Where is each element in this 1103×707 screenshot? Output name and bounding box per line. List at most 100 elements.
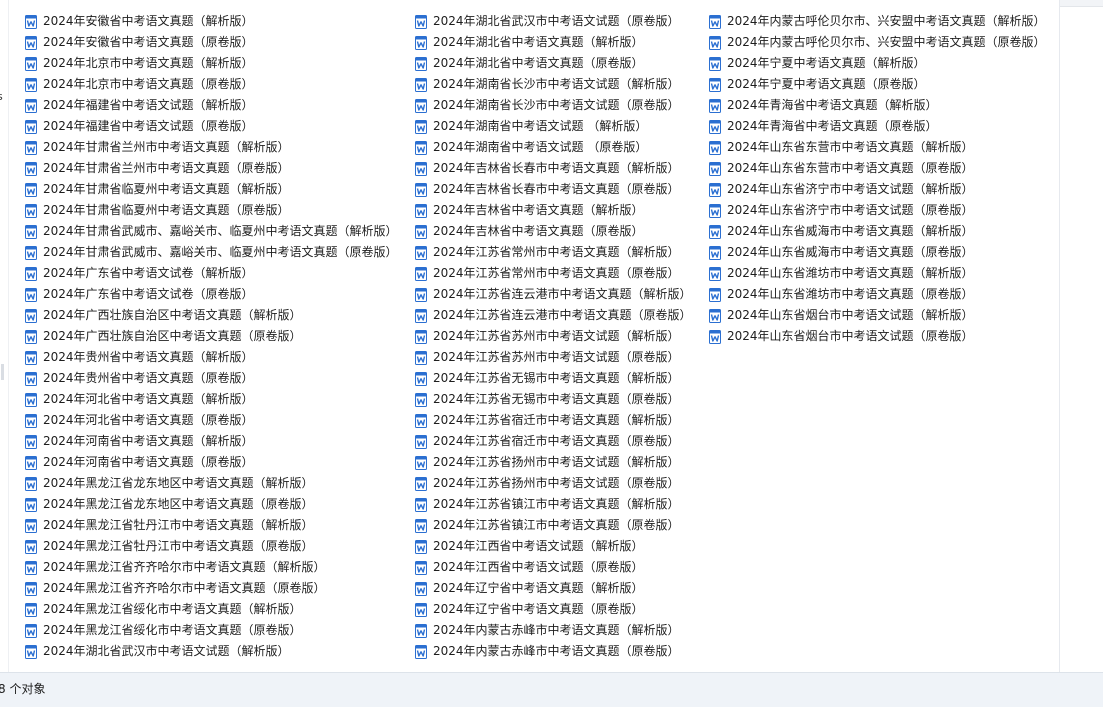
file-name: 2024年河北省中考语文真题（解析版） bbox=[43, 392, 254, 406]
file-item[interactable]: 2024年江苏省扬州市中考语文试题（解析版） bbox=[415, 452, 692, 473]
file-item[interactable]: 2024年山东省威海市中考语文真题（解析版） bbox=[709, 221, 1046, 242]
file-item[interactable]: 2024年山东省济宁市中考语文试题（解析版） bbox=[709, 179, 1046, 200]
file-item[interactable]: 2024年广东省中考语文试卷（解析版） bbox=[25, 263, 398, 284]
file-item[interactable]: 2024年内蒙古赤峰市中考语文真题（解析版） bbox=[415, 620, 692, 641]
file-item[interactable]: 2024年江苏省扬州市中考语文试题（原卷版） bbox=[415, 473, 692, 494]
nav-pane-splitter-mark[interactable] bbox=[1, 364, 4, 380]
file-item[interactable]: 2024年山东省威海市中考语文真题（原卷版） bbox=[709, 242, 1046, 263]
word-document-icon bbox=[415, 98, 427, 113]
file-item[interactable]: 2024年青海省中考语文真题（原卷版） bbox=[709, 116, 1046, 137]
file-item[interactable]: 2024年黑龙江省齐齐哈尔市中考语文真题（解析版） bbox=[25, 557, 398, 578]
file-item[interactable]: 2024年吉林省中考语文真题（原卷版） bbox=[415, 221, 692, 242]
file-column-1: 2024年安徽省中考语文真题（解析版） 2024年安徽省中考语文真题（原卷版） 20… bbox=[25, 11, 398, 662]
file-item[interactable]: 2024年江苏省宿迁市中考语文真题（解析版） bbox=[415, 410, 692, 431]
file-item[interactable]: 2024年河北省中考语文真题（原卷版） bbox=[25, 410, 398, 431]
file-name: 2024年湖北省中考语文真题（原卷版） bbox=[433, 56, 644, 70]
file-item[interactable]: 2024年江苏省苏州市中考语文试题（原卷版） bbox=[415, 347, 692, 368]
file-item[interactable]: 2024年山东省济宁市中考语文试题（原卷版） bbox=[709, 200, 1046, 221]
file-name: 2024年湖北省武汉市中考语文试题（解析版） bbox=[43, 644, 290, 658]
file-item[interactable]: 2024年黑龙江省绥化市中考语文真题（原卷版） bbox=[25, 620, 398, 641]
file-item[interactable]: 2024年辽宁省中考语文真题（解析版） bbox=[415, 578, 692, 599]
file-name: 2024年河南省中考语文真题（原卷版） bbox=[43, 455, 254, 469]
file-item[interactable]: 2024年安徽省中考语文真题（解析版） bbox=[25, 11, 398, 32]
navigation-pane-edge[interactable]: s bbox=[0, 0, 9, 672]
file-item[interactable]: 2024年江苏省常州市中考语文真题（解析版） bbox=[415, 242, 692, 263]
file-item[interactable]: 2024年河南省中考语文真题（解析版） bbox=[25, 431, 398, 452]
file-item[interactable]: 2024年山东省潍坊市中考语文真题（解析版） bbox=[709, 263, 1046, 284]
file-item[interactable]: 2024年吉林省长春市中考语文真题（原卷版） bbox=[415, 179, 692, 200]
file-item[interactable]: 2024年江苏省无锡市中考语文真题（原卷版） bbox=[415, 389, 692, 410]
file-name: 2024年山东省威海市中考语文真题（解析版） bbox=[727, 224, 974, 238]
file-item[interactable]: 2024年甘肃省武威市、嘉峪关市、临夏州中考语文真题（解析版） bbox=[25, 221, 398, 242]
file-item[interactable]: 2024年福建省中考语文试题（解析版） bbox=[25, 95, 398, 116]
file-item[interactable]: 2024年湖南省中考语文试题 （解析版） bbox=[415, 116, 692, 137]
file-item[interactable]: 2024年黑龙江省牡丹江市中考语文真题（解析版） bbox=[25, 515, 398, 536]
file-item[interactable]: 2024年山东省潍坊市中考语文真题（原卷版） bbox=[709, 284, 1046, 305]
file-item[interactable]: 2024年江苏省镇江市中考语文真题（解析版） bbox=[415, 494, 692, 515]
file-name: 2024年江苏省常州市中考语文真题（原卷版） bbox=[433, 266, 680, 280]
file-item[interactable]: 2024年江苏省苏州市中考语文试题（解析版） bbox=[415, 326, 692, 347]
file-item[interactable]: 2024年黑龙江省牡丹江市中考语文真题（原卷版） bbox=[25, 536, 398, 557]
file-item[interactable]: 2024年青海省中考语文真题（解析版） bbox=[709, 95, 1046, 116]
file-item[interactable]: 2024年黑龙江省龙东地区中考语文真题（解析版） bbox=[25, 473, 398, 494]
file-item[interactable]: 2024年甘肃省临夏州中考语文真题（原卷版） bbox=[25, 200, 398, 221]
file-item[interactable]: 2024年福建省中考语文试题（原卷版） bbox=[25, 116, 398, 137]
file-item[interactable]: 2024年广东省中考语文试卷（原卷版） bbox=[25, 284, 398, 305]
file-item[interactable]: 2024年北京市中考语文真题（原卷版） bbox=[25, 74, 398, 95]
word-document-icon bbox=[25, 224, 37, 239]
file-item[interactable]: 2024年吉林省长春市中考语文真题（解析版） bbox=[415, 158, 692, 179]
file-item[interactable]: 2024年湖南省中考语文试题 （原卷版） bbox=[415, 137, 692, 158]
file-item[interactable]: 2024年北京市中考语文真题（解析版） bbox=[25, 53, 398, 74]
file-item[interactable]: 2024年湖北省武汉市中考语文试题（原卷版） bbox=[415, 11, 692, 32]
file-item[interactable]: 2024年甘肃省临夏州中考语文真题（解析版） bbox=[25, 179, 398, 200]
file-item[interactable]: 2024年黑龙江省齐齐哈尔市中考语文真题（原卷版） bbox=[25, 578, 398, 599]
file-item[interactable]: 2024年湖北省中考语文真题（解析版） bbox=[415, 32, 692, 53]
file-item[interactable]: 2024年甘肃省武威市、嘉峪关市、临夏州中考语文真题（原卷版） bbox=[25, 242, 398, 263]
file-name: 2024年内蒙古呼伦贝尔市、兴安盟中考语文真题（原卷版） bbox=[727, 35, 1046, 49]
file-item[interactable]: 2024年宁夏中考语文真题（原卷版） bbox=[709, 74, 1046, 95]
file-item[interactable]: 2024年广西壮族自治区中考语文真题（原卷版） bbox=[25, 326, 398, 347]
file-item[interactable]: 2024年江苏省连云港市中考语文真题（解析版） bbox=[415, 284, 692, 305]
file-item[interactable]: 2024年吉林省中考语文真题（解析版） bbox=[415, 200, 692, 221]
file-item[interactable]: 2024年江苏省连云港市中考语文真题（原卷版） bbox=[415, 305, 692, 326]
file-item[interactable]: 2024年黑龙江省龙东地区中考语文真题（原卷版） bbox=[25, 494, 398, 515]
file-item[interactable]: 2024年内蒙古呼伦贝尔市、兴安盟中考语文真题（解析版） bbox=[709, 11, 1046, 32]
file-item[interactable]: 2024年江苏省常州市中考语文真题（原卷版） bbox=[415, 263, 692, 284]
file-item[interactable]: 2024年甘肃省兰州市中考语文真题（原卷版） bbox=[25, 158, 398, 179]
file-item[interactable]: 2024年辽宁省中考语文真题（原卷版） bbox=[415, 599, 692, 620]
item-count-label: 8 个对象 bbox=[0, 682, 46, 696]
file-item[interactable]: 2024年贵州省中考语文真题（原卷版） bbox=[25, 368, 398, 389]
file-item[interactable]: 2024年江苏省宿迁市中考语文真题（原卷版） bbox=[415, 431, 692, 452]
file-item[interactable]: 2024年山东省东营市中考语文真题（原卷版） bbox=[709, 158, 1046, 179]
file-item[interactable]: 2024年湖北省中考语文真题（原卷版） bbox=[415, 53, 692, 74]
word-document-icon bbox=[25, 182, 37, 197]
file-name: 2024年广东省中考语文试卷（原卷版） bbox=[43, 287, 254, 301]
file-item[interactable]: 2024年内蒙古赤峰市中考语文真题（原卷版） bbox=[415, 641, 692, 662]
word-document-icon bbox=[709, 77, 721, 92]
file-item[interactable]: 2024年河南省中考语文真题（原卷版） bbox=[25, 452, 398, 473]
file-item[interactable]: 2024年湖南省长沙市中考语文试题（解析版） bbox=[415, 74, 692, 95]
file-item[interactable]: 2024年江西省中考语文试题（解析版） bbox=[415, 536, 692, 557]
file-item[interactable]: 2024年江苏省镇江市中考语文真题（原卷版） bbox=[415, 515, 692, 536]
file-name: 2024年江苏省扬州市中考语文试题（原卷版） bbox=[433, 476, 680, 490]
file-item[interactable]: 2024年湖南省长沙市中考语文试题（原卷版） bbox=[415, 95, 692, 116]
file-list-pane[interactable]: 2024年安徽省中考语文真题（解析版） 2024年安徽省中考语文真题（原卷版） 20… bbox=[9, 0, 1059, 672]
file-item[interactable]: 2024年山东省烟台市中考语文试题（解析版） bbox=[709, 305, 1046, 326]
file-item[interactable]: 2024年江西省中考语文试题（原卷版） bbox=[415, 557, 692, 578]
file-item[interactable]: 2024年山东省烟台市中考语文试题（原卷版） bbox=[709, 326, 1046, 347]
file-name: 2024年江苏省连云港市中考语文真题（解析版） bbox=[433, 287, 692, 301]
file-item[interactable]: 2024年河北省中考语文真题（解析版） bbox=[25, 389, 398, 410]
file-item[interactable]: 2024年广西壮族自治区中考语文真题（解析版） bbox=[25, 305, 398, 326]
word-document-icon bbox=[25, 14, 37, 29]
file-item[interactable]: 2024年黑龙江省绥化市中考语文真题（解析版） bbox=[25, 599, 398, 620]
file-item[interactable]: 2024年安徽省中考语文真题（原卷版） bbox=[25, 32, 398, 53]
word-document-icon bbox=[709, 245, 721, 260]
file-item[interactable]: 2024年贵州省中考语文真题（解析版） bbox=[25, 347, 398, 368]
file-item[interactable]: 2024年湖北省武汉市中考语文试题（解析版） bbox=[25, 641, 398, 662]
file-item[interactable]: 2024年宁夏中考语文真题（解析版） bbox=[709, 53, 1046, 74]
file-item[interactable]: 2024年江苏省无锡市中考语文真题（解析版） bbox=[415, 368, 692, 389]
file-item[interactable]: 2024年内蒙古呼伦贝尔市、兴安盟中考语文真题（原卷版） bbox=[709, 32, 1046, 53]
file-item[interactable]: 2024年山东省东营市中考语文真题（解析版） bbox=[709, 137, 1046, 158]
file-name: 2024年山东省潍坊市中考语文真题（原卷版） bbox=[727, 287, 974, 301]
file-item[interactable]: 2024年甘肃省兰州市中考语文真题（解析版） bbox=[25, 137, 398, 158]
